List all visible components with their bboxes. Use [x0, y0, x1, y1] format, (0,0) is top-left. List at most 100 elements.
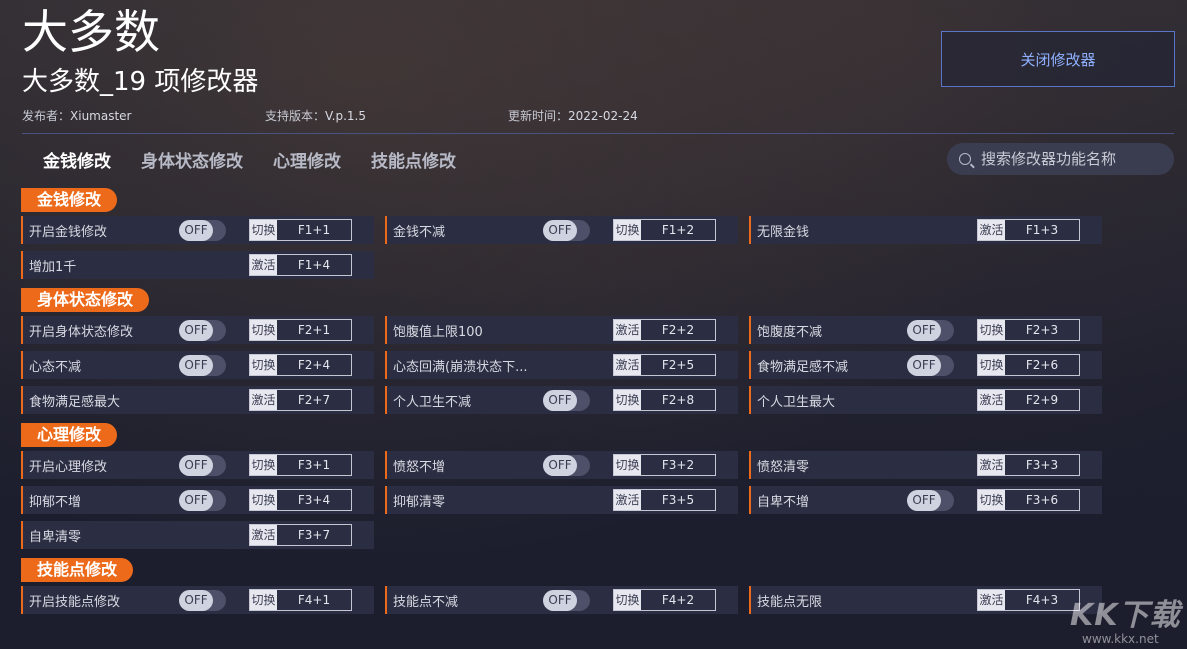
- option-toggle[interactable]: OFF: [543, 455, 590, 476]
- hotkey-action: 激活: [250, 255, 277, 275]
- option-label: 饱腹值上限100: [393, 325, 483, 340]
- hotkey-key: F1+3: [1025, 223, 1059, 237]
- option-label: 食物满足感不减: [757, 360, 849, 375]
- watermark-logo: KK下载: [1070, 598, 1181, 633]
- hotkey-key: F4+3: [1025, 593, 1059, 607]
- hotkey-action: 切换: [250, 320, 277, 340]
- hotkey-button[interactable]: 激活 F3+7: [249, 524, 352, 546]
- search-box[interactable]: [947, 143, 1174, 175]
- option-label: 食物满足感最大: [29, 395, 121, 410]
- hotkey-button[interactable]: 切换 F2+6: [977, 354, 1080, 376]
- hotkey-button[interactable]: 激活 F3+3: [977, 454, 1080, 476]
- hotkey-button[interactable]: 切换 F2+4: [249, 354, 352, 376]
- trainer-option-row: 心态回满(崩溃状态下... 激活 F2+5: [385, 351, 738, 379]
- hotkey-action: 切换: [978, 320, 1005, 340]
- option-label: 心态回满(崩溃状态下...: [393, 360, 528, 375]
- hotkey-action: 切换: [250, 490, 277, 510]
- trainer-option-row: 饱腹度不减 OFF 切换 F2+3: [749, 316, 1102, 344]
- version-value: V.p.1.5: [325, 109, 367, 123]
- trainer-option-row: 开启心理修改 OFF 切换 F3+1: [21, 451, 374, 479]
- trainer-option-row: 自卑不增 OFF 切换 F3+6: [749, 486, 1102, 514]
- hotkey-action: 激活: [978, 590, 1005, 610]
- hotkey-button[interactable]: 切换 F2+8: [613, 389, 716, 411]
- tab-psychology[interactable]: 心理修改: [273, 147, 341, 172]
- hotkey-action: 激活: [250, 525, 277, 545]
- hotkey-button[interactable]: 切换 F3+4: [249, 489, 352, 511]
- hotkey-button[interactable]: 激活 F2+9: [977, 389, 1080, 411]
- option-toggle[interactable]: OFF: [179, 320, 226, 341]
- option-toggle[interactable]: OFF: [907, 355, 954, 376]
- option-toggle[interactable]: OFF: [543, 220, 590, 241]
- hotkey-button[interactable]: 切换 F3+2: [613, 454, 716, 476]
- hotkey-key: F2+3: [1025, 323, 1059, 337]
- search-input[interactable]: [979, 149, 1163, 169]
- option-label: 开启技能点修改: [29, 595, 121, 610]
- hotkey-button[interactable]: 激活 F2+5: [613, 354, 716, 376]
- hotkey-button[interactable]: 激活 F3+5: [613, 489, 716, 511]
- hotkey-key: F3+1: [297, 458, 331, 472]
- trainer-option-row: 金钱不减 OFF 切换 F1+2: [385, 216, 738, 244]
- hotkey-button[interactable]: 切换 F2+3: [977, 319, 1080, 341]
- option-label: 心态不减: [29, 360, 82, 375]
- publisher-info: 发布者：Xiumaster: [22, 107, 132, 124]
- hotkey-button[interactable]: 切换 F4+2: [613, 589, 716, 611]
- hotkey-button[interactable]: 激活 F1+3: [977, 219, 1080, 241]
- watermark: KK下载 www.kkx.net: [1070, 590, 1181, 646]
- option-toggle[interactable]: OFF: [543, 590, 590, 611]
- section-title: 金钱修改: [21, 188, 118, 212]
- section-title: 身体状态修改: [21, 288, 150, 312]
- trainer-option-row: 技能点无限 激活 F4+3: [749, 586, 1102, 614]
- toggle-state: OFF: [543, 590, 577, 611]
- option-label: 愤怒不增: [393, 460, 446, 475]
- trainer-option-row: 食物满足感最大 激活 F2+7: [21, 386, 374, 414]
- category-tabs: 金钱修改 身体状态修改 心理修改 技能点修改: [43, 147, 456, 172]
- hotkey-key: F4+2: [661, 593, 695, 607]
- tab-skill-points[interactable]: 技能点修改: [371, 147, 456, 172]
- hotkey-button[interactable]: 激活 F4+3: [977, 589, 1080, 611]
- app-name: 大多数: [22, 5, 160, 59]
- hotkey-button[interactable]: 切换 F1+2: [613, 219, 716, 241]
- hotkey-key: F4+1: [297, 593, 331, 607]
- hotkey-button[interactable]: 切换 F1+1: [249, 219, 352, 241]
- trainer-option-row: 个人卫生最大 激活 F2+9: [749, 386, 1102, 414]
- toggle-state: OFF: [543, 220, 577, 241]
- hotkey-button[interactable]: 切换 F3+1: [249, 454, 352, 476]
- trainer-option-row: 心态不减 OFF 切换 F2+4: [21, 351, 374, 379]
- trainer-option-row: 增加1千 激活 F1+4: [21, 251, 374, 279]
- hotkey-key: F3+3: [1025, 458, 1059, 472]
- hotkey-button[interactable]: 激活 F2+7: [249, 389, 352, 411]
- hotkey-key: F2+5: [661, 358, 695, 372]
- tab-money[interactable]: 金钱修改: [43, 147, 111, 172]
- hotkey-button[interactable]: 激活 F1+4: [249, 254, 352, 276]
- option-toggle[interactable]: OFF: [179, 355, 226, 376]
- option-label: 个人卫生最大: [757, 395, 836, 410]
- trainer-option-row: 个人卫生不减 OFF 切换 F2+8: [385, 386, 738, 414]
- toggle-state: OFF: [907, 490, 941, 511]
- option-toggle[interactable]: OFF: [543, 390, 590, 411]
- hotkey-button[interactable]: 切换 F4+1: [249, 589, 352, 611]
- option-toggle[interactable]: OFF: [179, 590, 226, 611]
- hotkey-key: F2+6: [1025, 358, 1059, 372]
- trainer-option-row: 抑郁清零 激活 F3+5: [385, 486, 738, 514]
- option-label: 抑郁不增: [29, 495, 82, 510]
- toggle-state: OFF: [543, 390, 577, 411]
- hotkey-key: F2+1: [297, 323, 331, 337]
- hotkey-key: F2+9: [1025, 393, 1059, 407]
- hotkey-key: F3+2: [661, 458, 695, 472]
- version-label: 支持版本：: [265, 109, 326, 123]
- option-toggle[interactable]: OFF: [179, 455, 226, 476]
- version-info: 支持版本：V.p.1.5: [265, 107, 366, 124]
- option-toggle[interactable]: OFF: [179, 220, 226, 241]
- hotkey-button[interactable]: 激活 F2+2: [613, 319, 716, 341]
- hotkey-button[interactable]: 切换 F2+1: [249, 319, 352, 341]
- option-toggle[interactable]: OFF: [179, 490, 226, 511]
- hotkey-action: 激活: [978, 390, 1005, 410]
- option-toggle[interactable]: OFF: [907, 320, 954, 341]
- watermark-url: www.kkx.net: [1082, 632, 1159, 646]
- tab-body-status[interactable]: 身体状态修改: [141, 147, 243, 172]
- option-toggle[interactable]: OFF: [907, 490, 954, 511]
- hotkey-button[interactable]: 切换 F3+6: [977, 489, 1080, 511]
- hotkey-action: 切换: [250, 220, 277, 240]
- toggle-state: OFF: [179, 455, 213, 476]
- close-trainer-button[interactable]: 关闭修改器: [941, 31, 1175, 87]
